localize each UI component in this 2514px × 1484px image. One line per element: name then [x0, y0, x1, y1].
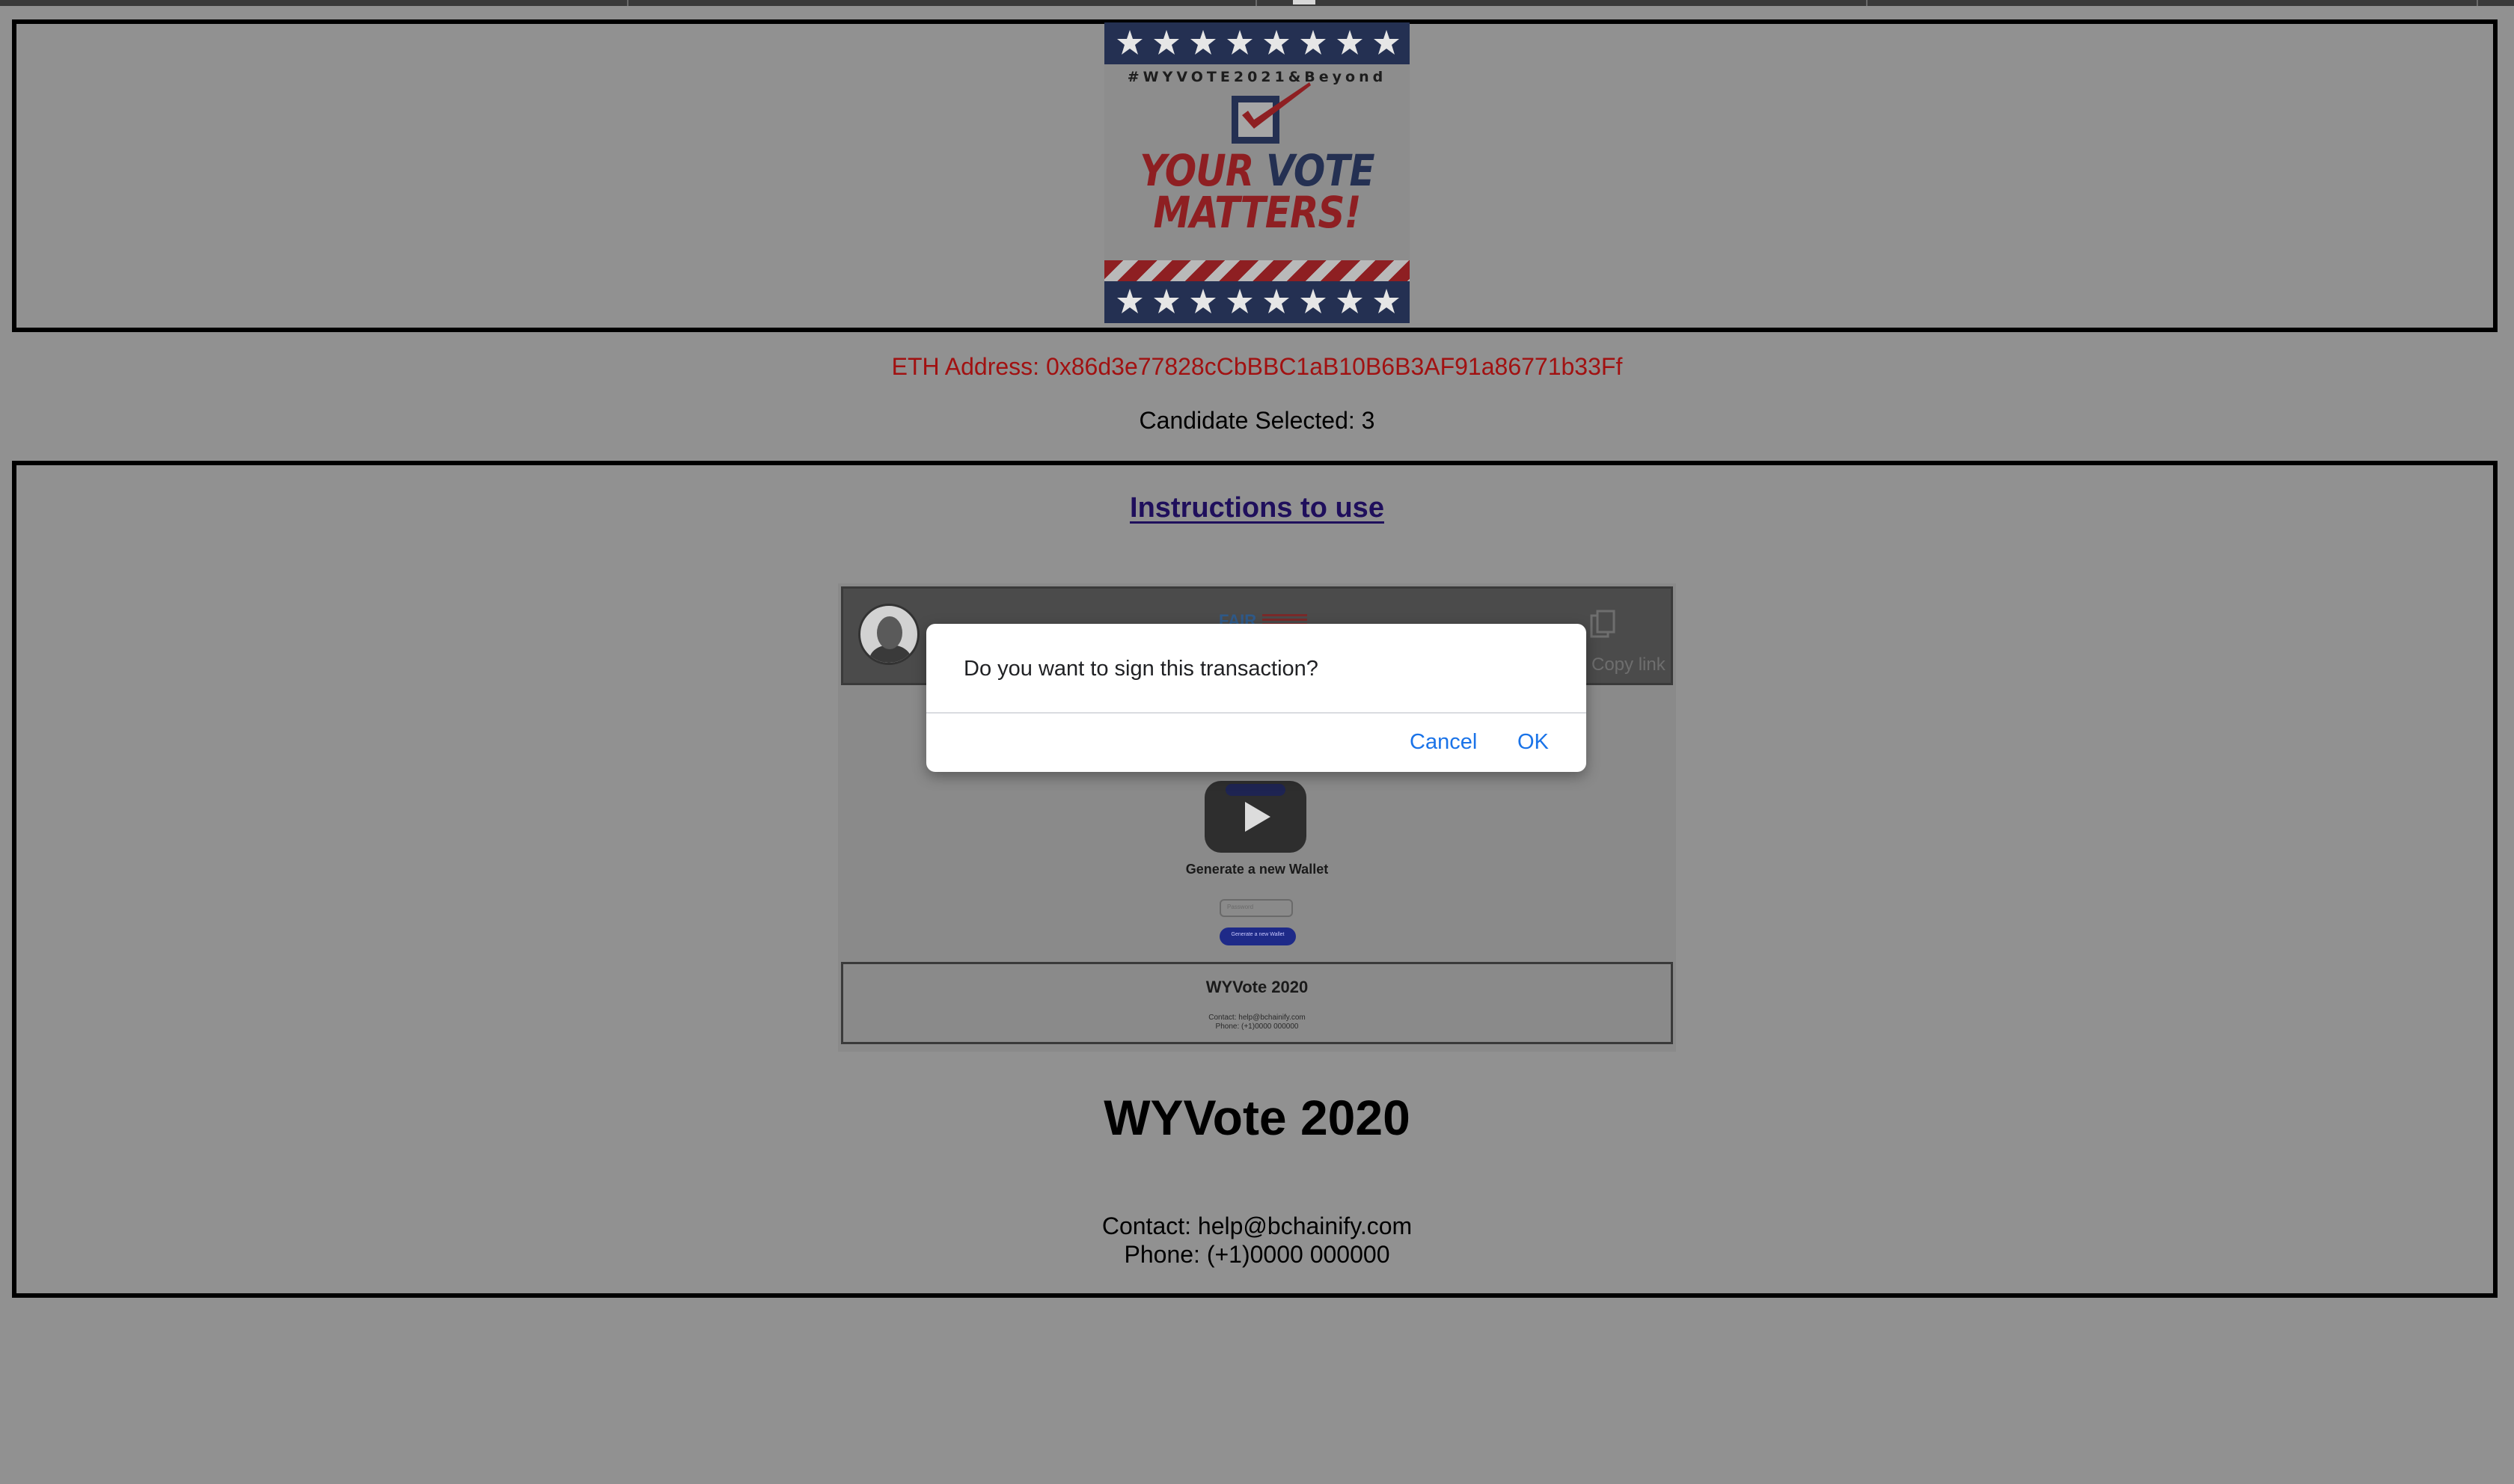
copy-link-label[interactable]: Copy link [1591, 654, 1666, 675]
instructions-heading: Instructions to use [0, 492, 2514, 524]
video-footer: WYVote 2020 Contact: help@bchainify.com … [841, 962, 1673, 1044]
video-password-field: Password [1220, 899, 1293, 917]
video-generate-label: Generate a new Wallet [1185, 862, 1329, 877]
stars-icon [1117, 289, 1399, 313]
video-footer-contact: Contact: help@bchainify.com Phone: (+1)0… [843, 1014, 1671, 1031]
video-footer-phone-line: Phone: (+1)0000 000000 [1215, 1022, 1299, 1031]
ok-button[interactable]: OK [1517, 730, 1549, 755]
footer-contact-email: Contact: help@bchainify.com [1101, 1212, 1413, 1239]
tab-separator [2477, 0, 2478, 6]
tab-separator [1256, 0, 1257, 6]
video-generate-button-label: Generate a new Wallet [1231, 932, 1285, 937]
instructions-link[interactable]: Instructions to use [1130, 492, 1384, 524]
footer-contact: Contact: help@bchainify.com Phone: (+1)0… [0, 1212, 2514, 1269]
video-footer-title: WYVote 2020 [1205, 978, 1309, 996]
stars-icon [1117, 30, 1399, 55]
checkmark-icon [1242, 82, 1311, 129]
play-button[interactable] [1205, 781, 1306, 853]
footer-contact-phone: Phone: (+1)0000 000000 [1124, 1241, 1390, 1268]
browser-tab-strip[interactable] [0, 0, 2514, 6]
channel-avatar[interactable] [858, 604, 920, 665]
cancel-button[interactable]: Cancel [1410, 730, 1477, 755]
video-password-placeholder: Password [1227, 904, 1254, 910]
play-icon [1245, 802, 1270, 832]
dialog-divider [926, 712, 1586, 714]
tab-separator [1866, 0, 1868, 6]
logo-slogan: YOUR VOTE MATTERS! [1126, 149, 1389, 234]
video-generate-button: Generate a new Wallet [1220, 927, 1296, 945]
video-footer-contact-line: Contact: help@bchainify.com [1208, 1014, 1306, 1022]
tab-favicon-icon [1293, 0, 1315, 4]
video-chip [1226, 784, 1285, 796]
star-band-bottom [1104, 281, 1410, 323]
your-vote-matters-logo: #WYVOTE2021&Beyond YOUR VOTE MATTERS! [1104, 22, 1410, 323]
avatar-face [877, 616, 902, 649]
slogan-word-matters: MATTERS! [1153, 187, 1362, 238]
copy-icon[interactable] [1588, 608, 1618, 641]
dialog-message: Do you want to sign this transaction? [964, 657, 1318, 681]
star-band-top [1104, 22, 1410, 64]
tab-separator [627, 0, 628, 6]
footer-title: WYVote 2020 [1104, 1090, 1410, 1145]
candidate-selected: Candidate Selected: 3 [1139, 407, 1375, 434]
eth-address: ETH Address: 0x86d3e77828cCbBBC1aB10B6B3… [891, 353, 1623, 380]
sign-transaction-dialog: Do you want to sign this transaction? Ca… [926, 624, 1586, 772]
